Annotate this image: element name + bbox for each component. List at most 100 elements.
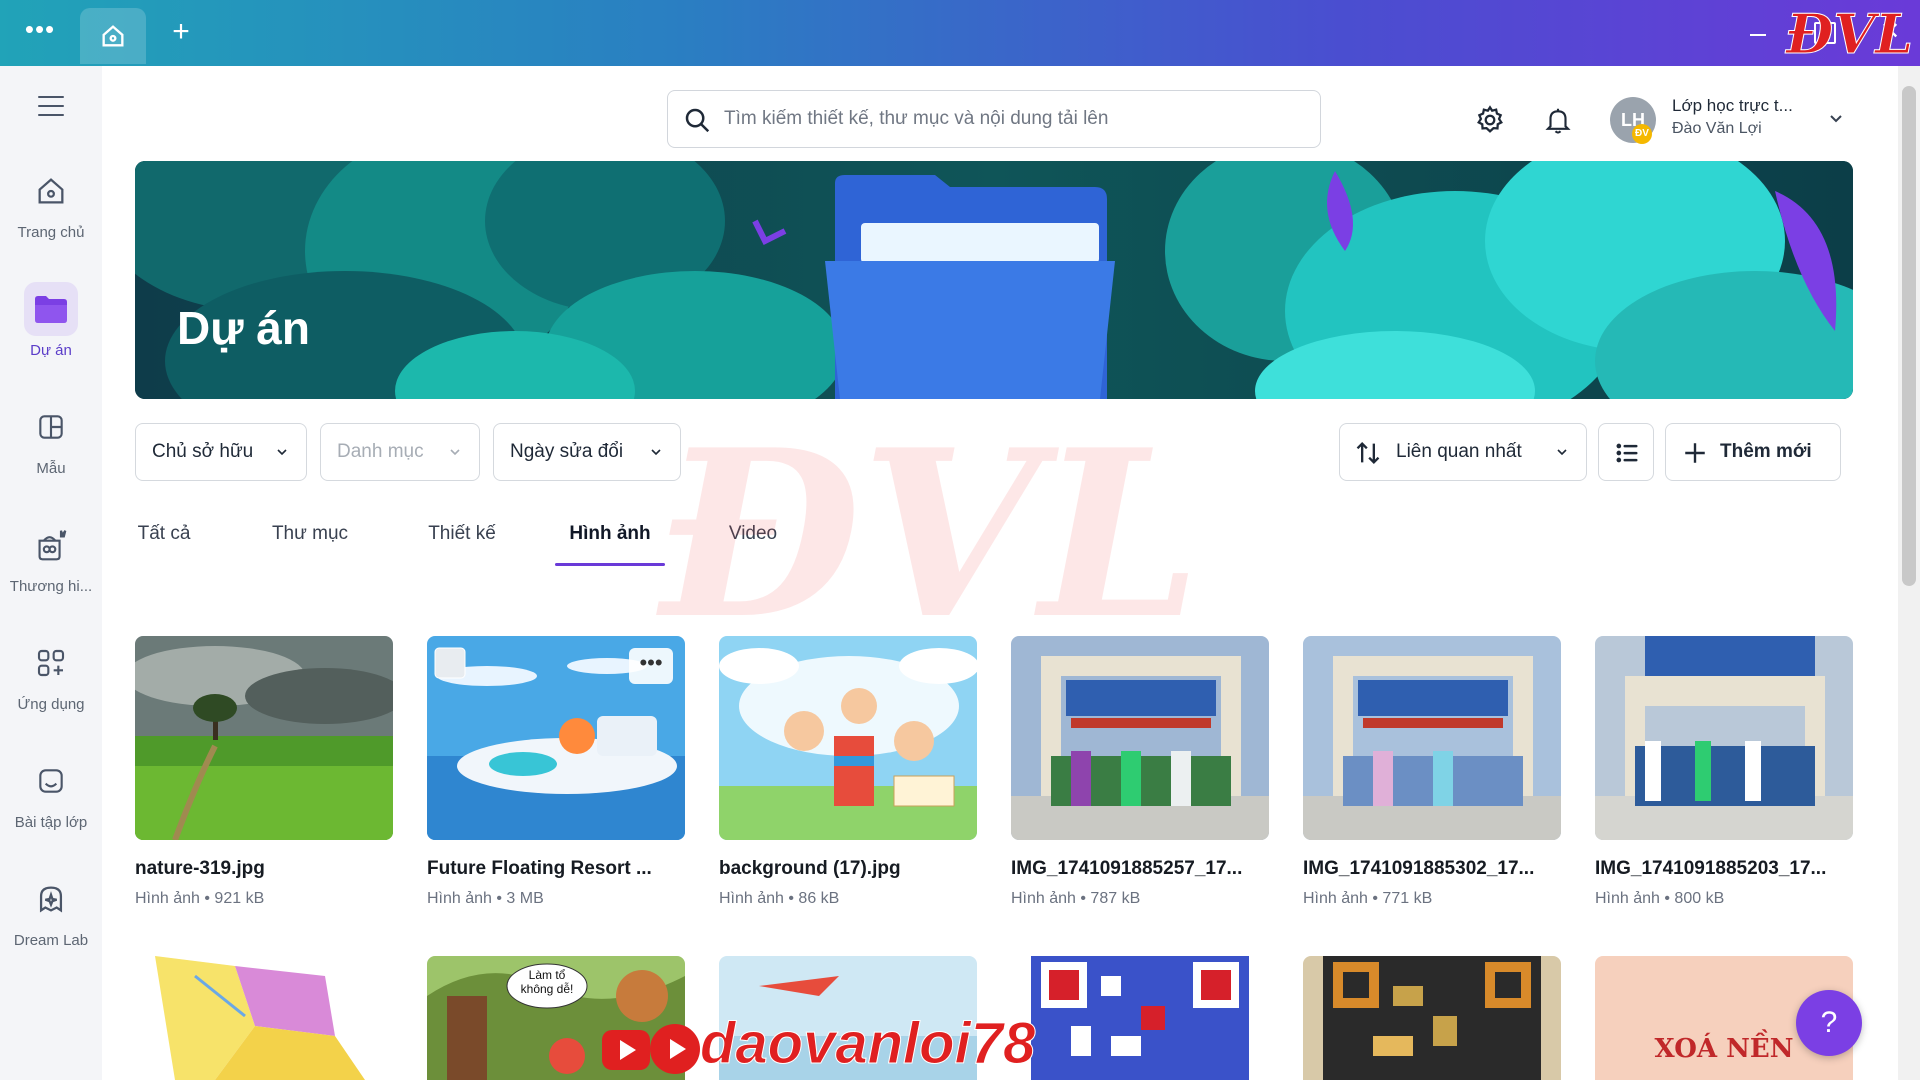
sidebar-item-brand[interactable]: Thương hi... (0, 518, 102, 614)
image-thumbnail[interactable]: ••• (427, 636, 685, 840)
play-icon (650, 1024, 700, 1074)
modified-date-filter-label: Ngày sửa đổi (510, 441, 624, 462)
image-meta: Hình ảnh • 800 kB (1595, 890, 1725, 907)
youtube-logo-icon (602, 1030, 650, 1070)
home-tab[interactable] (80, 8, 146, 64)
sidebar-item-label: Mẫu (36, 460, 66, 477)
new-tab-button[interactable]: + (166, 17, 196, 48)
assignment-icon (24, 754, 78, 808)
image-card[interactable]: IMG_1741091885302_17... Hình ảnh • 771 k… (1303, 636, 1561, 908)
image-thumbnail[interactable] (719, 636, 977, 840)
search-bar[interactable] (667, 90, 1321, 148)
more-options-icon[interactable]: ••• (629, 648, 673, 684)
channel-overlay-text: daovanloi78 (699, 1011, 1036, 1077)
category-filter-label: Danh mục (337, 441, 424, 462)
tab-designs[interactable]: Thiết kế (416, 514, 508, 566)
image-name: IMG_1741091885302_17... (1303, 858, 1535, 879)
settings-button[interactable] (1470, 100, 1510, 140)
image-thumbnail[interactable] (1303, 956, 1561, 1080)
chevron-down-icon (450, 449, 460, 456)
search-input[interactable] (724, 91, 1314, 147)
image-card[interactable]: IMG_1741091885203_17... Hình ảnh • 800 k… (1595, 636, 1853, 908)
modified-date-filter[interactable]: Ngày sửa đổi (493, 423, 681, 481)
image-card[interactable] (1303, 956, 1561, 1080)
banner-illustration (135, 161, 1853, 399)
image-name: IMG_1741091885203_17... (1595, 858, 1827, 879)
sidebar-item-apps[interactable]: Ứng dụng (0, 636, 102, 732)
speech-bubble-text: Làm tổ không dễ! (520, 968, 574, 996)
list-icon (1616, 443, 1638, 463)
gear-icon (1477, 105, 1503, 133)
help-button[interactable]: ? (1796, 990, 1862, 1056)
image-name: IMG_1741091885257_17... (1011, 858, 1243, 879)
image-name: background (17).jpg (719, 858, 901, 879)
home-icon (24, 164, 78, 218)
image-card[interactable]: background (17).jpg Hình ảnh • 86 kB (719, 636, 977, 908)
image-card[interactable] (1011, 956, 1269, 1080)
sidebar-item-projects[interactable]: Dự án (0, 282, 102, 378)
owner-filter[interactable]: Chủ sở hữu (135, 423, 307, 481)
search-icon (685, 108, 710, 133)
sidebar-item-label: Dream Lab (13, 932, 89, 949)
sidebar-item-templates[interactable]: Mẫu (0, 400, 102, 496)
chevron-down-icon (651, 449, 661, 456)
dream-lab-icon (24, 872, 78, 926)
add-new-label: Thêm mới (1720, 441, 1812, 462)
sidebar-item-home[interactable]: Trang chủ (0, 164, 102, 260)
image-meta: Hình ảnh • 3 MB (427, 890, 544, 907)
chevron-down-icon (277, 449, 287, 456)
sidebar-item-label: Dự án (30, 342, 72, 359)
image-name: Future Floating Resort ... (427, 858, 652, 879)
list-view-button[interactable] (1598, 423, 1654, 481)
sidebar-item-assignments[interactable]: Bài tập lớp (0, 754, 102, 850)
chevron-down-icon[interactable] (1824, 106, 1848, 130)
watermark-logo: ĐVL (1786, 2, 1914, 67)
image-card[interactable] (135, 956, 393, 1080)
sort-icon (1356, 442, 1380, 464)
tab-video[interactable]: Video (718, 514, 788, 566)
sort-label: Liên quan nhất (1396, 441, 1522, 462)
image-card[interactable]: IMG_1741091885257_17... Hình ảnh • 787 k… (1011, 636, 1269, 908)
more-menu-icon[interactable]: ••• (22, 16, 58, 44)
vertical-scrollbar[interactable] (1898, 66, 1920, 1080)
image-meta: Hình ảnh • 787 kB (1011, 890, 1141, 907)
image-thumbnail[interactable] (135, 956, 393, 1080)
avatar-badge: ĐV (1632, 124, 1652, 144)
image-thumbnail[interactable] (1303, 636, 1561, 840)
brand-icon (24, 518, 78, 572)
image-thumbnail[interactable] (1011, 956, 1269, 1080)
title-bar: ••• + ✕ ĐVL (0, 0, 1920, 67)
projects-banner: Dự án (135, 161, 1853, 399)
add-new-button[interactable]: Thêm mới (1665, 423, 1841, 481)
tab-folders[interactable]: Thư mục (264, 514, 356, 566)
image-meta: Hình ảnh • 771 kB (1303, 890, 1433, 907)
category-filter[interactable]: Danh mục (320, 423, 480, 481)
image-name: nature-319.jpg (135, 858, 265, 879)
account-name[interactable]: Lớp học trực t... (1672, 96, 1832, 116)
hamburger-menu-icon[interactable] (38, 96, 64, 118)
template-icon (24, 400, 78, 454)
chevron-down-icon (1557, 449, 1567, 456)
main-panel: LH ĐV Lớp học trực t... Đào Văn Lợi (102, 76, 1886, 1080)
tab-all[interactable]: Tất cả (126, 514, 202, 566)
account-user: Đào Văn Lợi (1672, 120, 1762, 137)
notifications-button[interactable] (1538, 100, 1578, 140)
image-card[interactable]: nature-319.jpg Hình ảnh • 921 kB (135, 636, 393, 908)
image-meta: Hình ảnh • 86 kB (719, 890, 840, 907)
image-thumbnail[interactable] (135, 636, 393, 840)
image-meta: Hình ảnh • 921 kB (135, 890, 265, 907)
tab-images[interactable]: Hình ảnh (555, 514, 665, 566)
page-title: Dự án (177, 302, 310, 354)
image-thumbnail[interactable] (1595, 636, 1853, 840)
apps-icon (24, 636, 78, 690)
sort-dropdown[interactable]: Liên quan nhất (1339, 423, 1587, 481)
scrollbar-thumb[interactable] (1902, 86, 1916, 586)
sidebar-item-dream-lab[interactable]: Dream Lab (0, 872, 102, 968)
minimize-button[interactable] (1746, 22, 1772, 42)
bell-icon (1545, 108, 1571, 134)
image-thumbnail[interactable] (1011, 636, 1269, 840)
owner-filter-label: Chủ sở hữu (152, 441, 254, 462)
folder-icon (24, 282, 78, 336)
image-card[interactable]: ••• Future Floating Resort ... Hình ảnh … (427, 636, 685, 908)
sidebar-item-label: Trang chủ (17, 224, 85, 241)
